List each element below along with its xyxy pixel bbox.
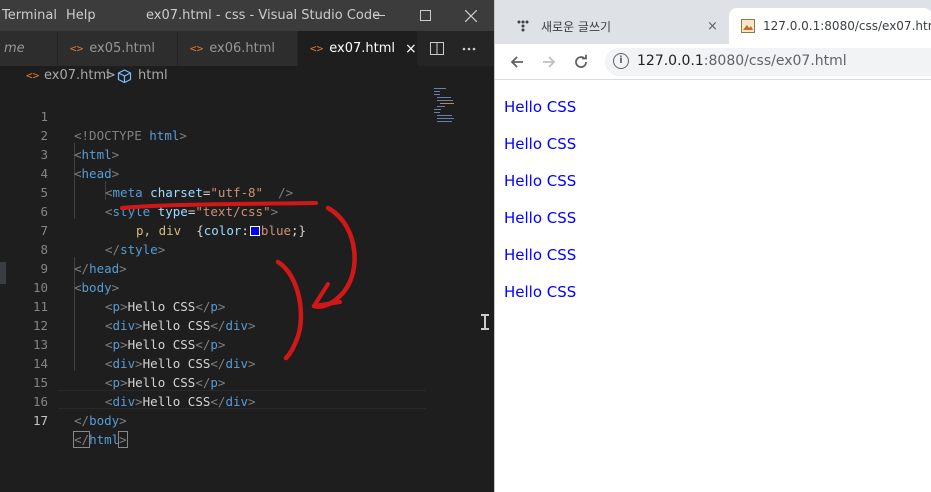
tab-ex05[interactable]: <> ex05.html [58, 31, 178, 66]
tab-ex06[interactable]: <> ex06.html [178, 31, 298, 66]
hello-paragraph: Hello CSS [504, 246, 577, 264]
code-line: 11 <div>Hello CSS</div> [0, 278, 494, 333]
tab-label: ex07.html [329, 41, 395, 56]
menu-help[interactable]: Help [66, 8, 96, 23]
code-line: 10 <p>Hello CSS</p> [0, 259, 494, 314]
hello-div: Hello CSS [504, 135, 577, 153]
more-actions-button[interactable] [454, 31, 484, 66]
html-file-icon: <> [190, 42, 204, 55]
tab-ex07[interactable]: <> ex07.html × [298, 31, 418, 66]
browser-tab-strip: 새로운 글쓰기 × 127.0.0.1:8080/css/ex07.html [495, 0, 931, 44]
browser-tab-label: 127.0.0.1:8080/css/ex07.html [763, 19, 931, 33]
window-title: ex07.html - css - Visual Studio Code [146, 8, 381, 23]
close-icon [465, 9, 477, 22]
ibeam-icon [481, 314, 489, 330]
address-bar[interactable]: i 127.0.0.1:8080/css/ex07.html [605, 48, 931, 76]
code-line: 9 <body> [0, 240, 494, 295]
code-text: </body> [74, 413, 127, 428]
maximize-icon [419, 10, 431, 21]
minimize-icon [373, 15, 385, 16]
code-line: 13 <div>Hello CSS</div> [0, 316, 494, 371]
hello-div: Hello CSS [504, 283, 577, 301]
tab-label: ex05.html [89, 41, 155, 56]
split-editor-icon [430, 42, 444, 55]
code-line: 1 <!DOCTYPE html> [0, 88, 494, 143]
code-line: 12 <p>Hello CSS</p> [0, 297, 494, 352]
browser-tab-label: 새로운 글쓰기 [541, 19, 612, 34]
code-line: 3 <head> [0, 126, 494, 181]
html-file-icon: <> [26, 69, 40, 82]
code-line: 7 </style> [0, 202, 494, 257]
code-line-current: 17 </html> [0, 392, 494, 448]
info-icon[interactable]: i [613, 53, 629, 69]
html-file-icon: <> [70, 42, 84, 55]
hello-div: Hello CSS [504, 209, 577, 227]
url-text: 127.0.0.1:8080/css/ex07.html [637, 53, 847, 69]
code-line: 5 <style type="text/css"> [0, 164, 494, 219]
breadcrumb: <> ex07.html > html [0, 66, 494, 86]
close-tab-icon[interactable]: × [707, 19, 718, 34]
breadcrumb-file[interactable]: ex07.html [44, 68, 110, 83]
breadcrumb-symbol[interactable]: html [138, 68, 168, 83]
tab-label: ex06.html [209, 41, 275, 56]
vscode-window: Terminal Help ex07.html - css - Visual S… [0, 0, 494, 492]
code-line: 6 p, div {color: blue;} [0, 183, 494, 238]
close-window-button[interactable] [448, 0, 494, 31]
minimap[interactable] [434, 86, 458, 126]
more-icon [462, 47, 476, 50]
hello-paragraph: Hello CSS [504, 98, 577, 116]
code-line: 15 <div>Hello CSS</div> [0, 354, 494, 409]
code-line: 4 <meta charset="utf-8" /> [0, 145, 494, 200]
forward-button[interactable] [537, 50, 561, 74]
editor-tab-bar: me <> ex05.html <> ex06.html <> ex07.htm… [0, 31, 494, 66]
symbol-cube-icon [117, 69, 132, 83]
back-button[interactable] [505, 50, 529, 74]
page-content: Hello CSS Hello CSS Hello CSS Hello CSS … [495, 81, 931, 492]
code-line: 16 </body> [0, 373, 494, 428]
split-editor-button[interactable] [422, 31, 452, 66]
breadcrumb-separator: > [105, 68, 116, 83]
code-line: 2 <html> [0, 107, 494, 162]
tab-prev[interactable]: me [0, 31, 58, 66]
browser-tab-active[interactable]: 127.0.0.1:8080/css/ex07.html [729, 8, 931, 44]
code-line: 8 </head> [0, 221, 494, 276]
title-bar: Terminal Help ex07.html - css - Visual S… [0, 0, 494, 31]
arrow-left-icon [510, 56, 523, 68]
text-cursor-icon [480, 314, 494, 342]
html-file-icon: <> [310, 42, 324, 55]
menu-terminal[interactable]: Terminal [2, 8, 57, 23]
minimize-button[interactable] [356, 0, 402, 31]
reload-icon [575, 54, 587, 68]
page-favicon-icon [741, 19, 755, 33]
close-tab-icon[interactable]: × [405, 41, 417, 57]
app-dots-icon [517, 20, 529, 32]
arrow-right-icon [543, 56, 556, 68]
browser-window: 새로운 글쓰기 × 127.0.0.1:8080/css/ex07.html i… [494, 0, 931, 492]
tab-label: me [4, 41, 25, 56]
browser-tab-new-post[interactable]: 새로운 글쓰기 × [503, 8, 725, 44]
maximize-button[interactable] [402, 0, 448, 31]
line-number: 17 [32, 413, 48, 428]
reload-button[interactable] [569, 50, 593, 74]
code-line: 14 <p>Hello CSS</p> [0, 335, 494, 390]
hello-paragraph: Hello CSS [504, 172, 577, 190]
code-editor[interactable]: 1 <!DOCTYPE html> 2 <html> 3 <head> 4 <m… [0, 86, 494, 492]
code-text: </html> [72, 431, 128, 448]
browser-toolbar: i 127.0.0.1:8080/css/ex07.html [495, 44, 931, 80]
